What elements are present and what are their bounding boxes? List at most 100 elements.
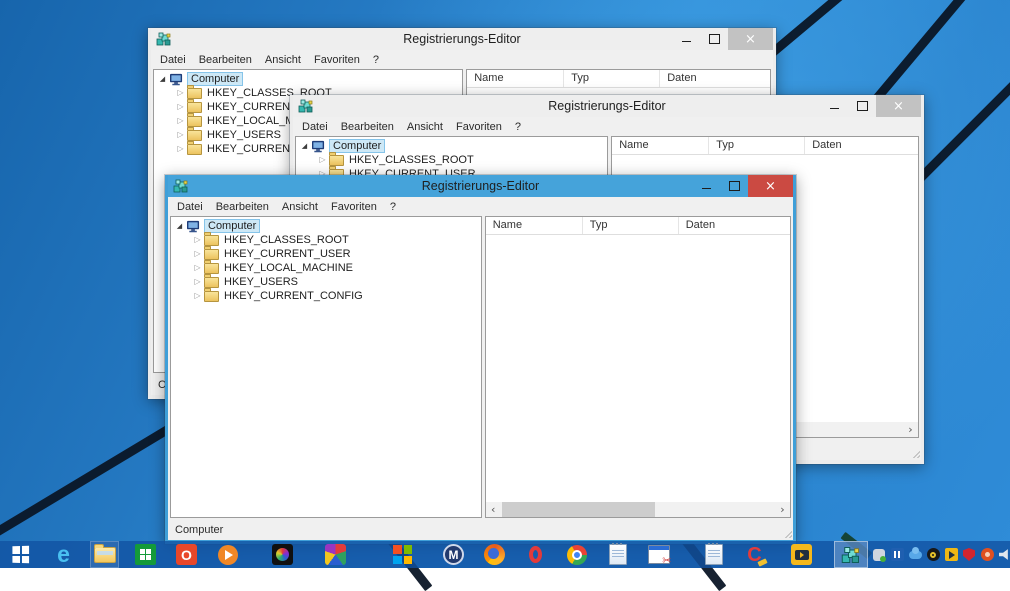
menu-datei[interactable]: Datei	[302, 121, 328, 133]
taskbar-icon-notepad[interactable]	[603, 541, 632, 568]
tree-node-computer[interactable]: ◢ Computer	[171, 219, 481, 233]
taskbar-icon-firefox[interactable]	[480, 541, 509, 568]
taskbar-icon-office[interactable]: O	[172, 541, 201, 568]
menu-datei[interactable]: Datei	[177, 201, 203, 213]
maximize-button[interactable]	[848, 95, 876, 117]
minimize-button[interactable]	[692, 175, 720, 197]
tray-icon-play-app[interactable]	[944, 548, 958, 562]
tray-icon-camera-app[interactable]	[926, 548, 940, 562]
taskbar-icon-video-app[interactable]	[787, 541, 816, 568]
menu-favoriten[interactable]: Favoriten	[314, 54, 360, 66]
taskbar-icon-ccleaner[interactable]: C	[740, 541, 769, 568]
column-name[interactable]: Name	[612, 137, 709, 154]
menu-datei[interactable]: Datei	[160, 54, 186, 66]
tree-node-computer[interactable]: ◢ Computer	[296, 139, 607, 153]
list-pane[interactable]: Name Typ Daten ‹ ›	[485, 216, 791, 518]
menu-hilfe[interactable]: ?	[390, 201, 396, 213]
tree-node-hkey-current-user[interactable]: ▷HKEY_CURRENT_USER	[171, 247, 481, 261]
scrollbar-thumb[interactable]	[502, 502, 656, 517]
scrollbar-track[interactable]	[501, 502, 775, 517]
tray-icon-usb-eject[interactable]	[872, 548, 886, 562]
horizontal-scrollbar[interactable]: ‹ ›	[486, 502, 790, 517]
expander-collapsed-icon[interactable]: ▷	[192, 250, 203, 258]
expander-collapsed-icon[interactable]: ▷	[192, 236, 203, 244]
scroll-left-arrow[interactable]: ‹	[486, 502, 501, 517]
taskbar-icon-text-editor[interactable]	[699, 541, 728, 568]
taskbar-icon-opera[interactable]	[521, 541, 550, 568]
maximize-button[interactable]	[700, 28, 728, 50]
tree-node-hkey-classes-root[interactable]: ▷HKEY_CLASSES_ROOT	[296, 153, 607, 167]
column-daten[interactable]: Daten	[805, 137, 918, 154]
tray-icon-cloud-sync[interactable]	[908, 548, 922, 562]
menu-ansicht[interactable]: Ansicht	[265, 54, 301, 66]
expander-collapsed-icon[interactable]: ▷	[175, 89, 186, 97]
tree-node-hkey-current-config[interactable]: ▷HKEY_CURRENT_CONFIG	[171, 289, 481, 303]
column-typ[interactable]: Typ	[709, 137, 805, 154]
maximize-button[interactable]	[720, 175, 748, 197]
column-daten[interactable]: Daten	[660, 70, 770, 87]
tree-node-computer[interactable]: ◢ Computer	[154, 72, 462, 86]
expander-collapsed-icon[interactable]: ▷	[192, 292, 203, 300]
tree-node-hkey-users[interactable]: ▷HKEY_USERS	[171, 275, 481, 289]
taskbar-icon-snipping-tool[interactable]	[644, 541, 673, 568]
menu-hilfe[interactable]: ?	[373, 54, 379, 66]
menu-favoriten[interactable]: Favoriten	[456, 121, 502, 133]
windows-store-icon	[135, 544, 156, 565]
taskbar-icon-ms-colors[interactable]	[388, 541, 417, 568]
column-name[interactable]: Name	[486, 217, 583, 234]
taskbar-icon-chrome[interactable]	[562, 541, 591, 568]
taskbar-icon-internet-explorer[interactable]: e	[49, 541, 78, 568]
close-button[interactable]: ×	[876, 95, 921, 117]
column-daten[interactable]: Daten	[679, 217, 790, 234]
taskbar-icon-media-player[interactable]	[213, 541, 242, 568]
expander-collapsed-icon[interactable]: ▷	[317, 156, 328, 164]
regedit-window-front[interactable]: Registrierungs-Editor × Datei Bearbeiten…	[165, 175, 796, 544]
tree-node-hkey-classes-root[interactable]: ▷HKEY_CLASSES_ROOT	[171, 233, 481, 247]
expander-expanded-icon[interactable]: ◢	[174, 223, 185, 230]
tree-node-hkey-local-machine[interactable]: ▷ HKEY_LOCAL_MACHINE	[171, 261, 481, 275]
close-button[interactable]: ×	[748, 175, 793, 197]
titlebar[interactable]: Registrierungs-Editor ×	[293, 95, 921, 117]
menu-ansicht[interactable]: Ansicht	[282, 201, 318, 213]
taskbar-icon-pinwheel-app[interactable]	[321, 541, 350, 568]
minimize-button[interactable]	[672, 28, 700, 50]
expander-collapsed-icon[interactable]: ▷	[192, 264, 203, 272]
taskbar-icon-regedit[interactable]	[834, 541, 868, 568]
expander-collapsed-icon[interactable]: ▷	[175, 131, 186, 139]
expander-expanded-icon[interactable]: ◢	[299, 143, 310, 150]
desktop[interactable]: Registrierungs-Editor × Datei Bearbeiten…	[0, 0, 1010, 568]
tray-icon-security-shield[interactable]	[962, 548, 976, 562]
tray-icon-download-manager[interactable]	[980, 548, 994, 562]
resize-grip[interactable]	[910, 448, 920, 458]
taskbar-icon-windows-store[interactable]	[131, 541, 160, 568]
expander-collapsed-icon[interactable]: ▷	[175, 103, 186, 111]
tray-icon-pause-app[interactable]	[890, 548, 904, 562]
minimize-button[interactable]	[820, 95, 848, 117]
column-typ[interactable]: Typ	[583, 217, 679, 234]
column-typ[interactable]: Typ	[564, 70, 660, 87]
tray-icon-volume[interactable]	[998, 548, 1010, 562]
expander-collapsed-icon[interactable]: ▷	[192, 278, 203, 286]
resize-grip[interactable]	[782, 528, 792, 538]
scroll-right-arrow[interactable]: ›	[775, 502, 790, 517]
titlebar[interactable]: Registrierungs-Editor ×	[168, 175, 793, 197]
taskbar-icon-maxthon[interactable]: M	[439, 541, 468, 568]
start-button[interactable]	[6, 541, 35, 568]
column-name[interactable]: Name	[467, 70, 564, 87]
taskbar-icon-photo-app[interactable]	[268, 541, 297, 568]
menu-favoriten[interactable]: Favoriten	[331, 201, 377, 213]
expander-collapsed-icon[interactable]: ▷	[175, 117, 186, 125]
taskbar-icon-file-explorer[interactable]	[90, 541, 119, 568]
menu-hilfe[interactable]: ?	[515, 121, 521, 133]
tree-pane[interactable]: ◢ Computer ▷HKEY_CLASSES_ROOT ▷HKEY_CURR…	[170, 216, 482, 518]
expander-collapsed-icon[interactable]: ▷	[175, 145, 186, 153]
menu-ansicht[interactable]: Ansicht	[407, 121, 443, 133]
scroll-right-arrow[interactable]: ›	[903, 422, 918, 437]
tree-node-label: HKEY_LOCAL_MACHINE	[224, 262, 353, 274]
expander-expanded-icon[interactable]: ◢	[157, 76, 168, 83]
menu-bearbeiten[interactable]: Bearbeiten	[341, 121, 394, 133]
menu-bearbeiten[interactable]: Bearbeiten	[216, 201, 269, 213]
close-button[interactable]: ×	[728, 28, 773, 50]
menu-bearbeiten[interactable]: Bearbeiten	[199, 54, 252, 66]
titlebar[interactable]: Registrierungs-Editor ×	[151, 28, 773, 50]
